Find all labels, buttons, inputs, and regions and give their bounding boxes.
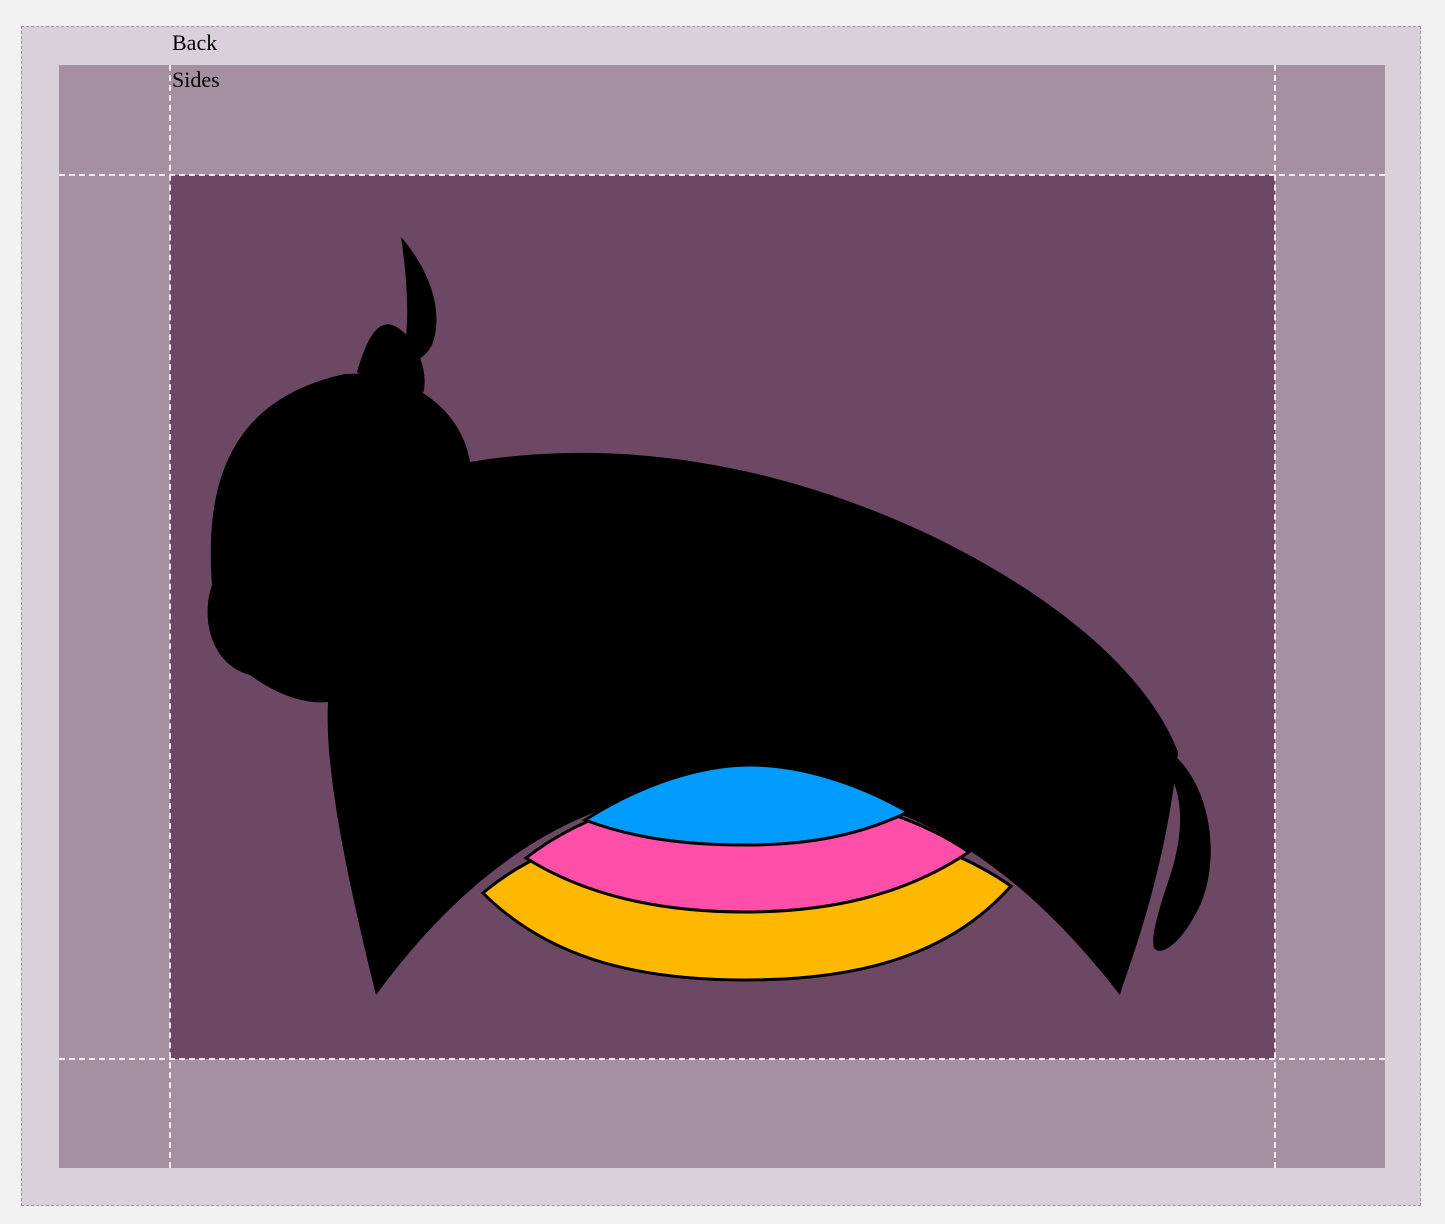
sides-label: Sides bbox=[172, 67, 220, 92]
guide-line-right bbox=[1274, 65, 1276, 1168]
guide-line-top bbox=[59, 174, 1385, 176]
back-label: Back bbox=[172, 30, 218, 55]
guide-line-left bbox=[169, 65, 171, 1168]
bull-illustration bbox=[207, 237, 1211, 995]
guide-line-bottom bbox=[59, 1058, 1385, 1060]
